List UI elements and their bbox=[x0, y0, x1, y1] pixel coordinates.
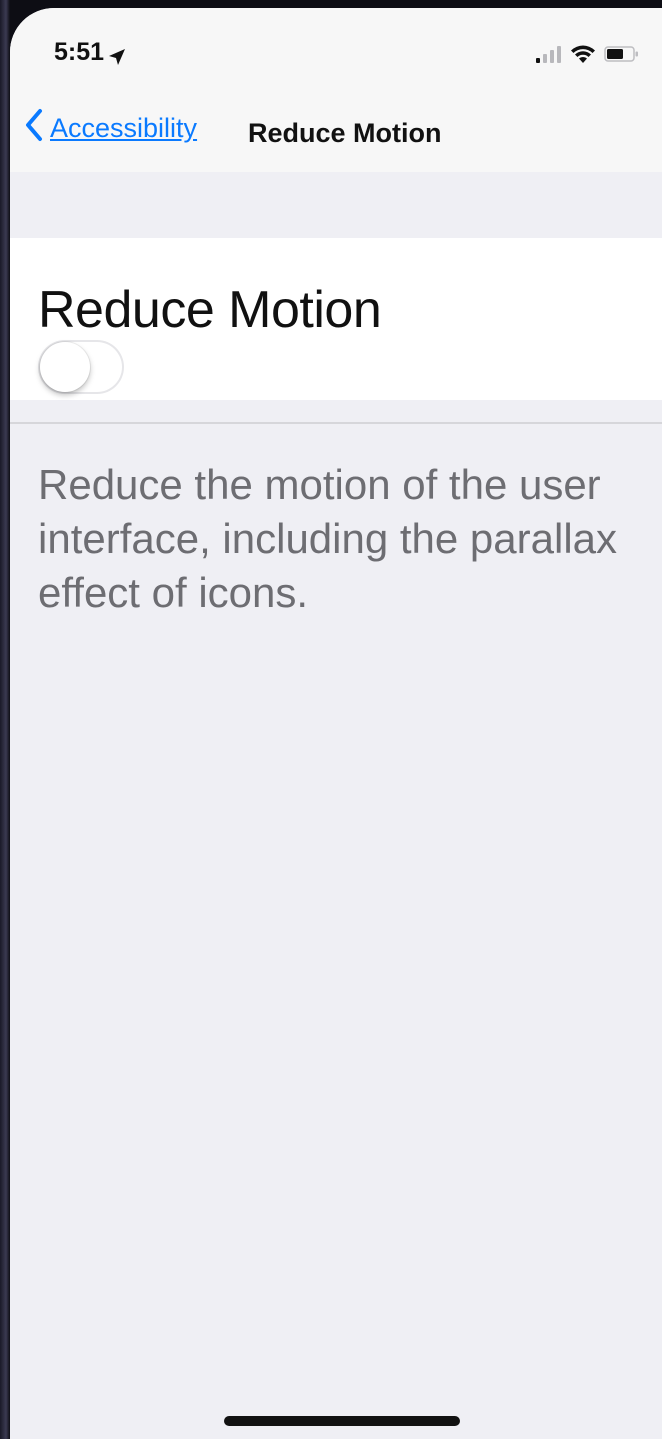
status-time: 5:51 bbox=[54, 38, 105, 66]
status-time-group: 5:51 bbox=[54, 38, 126, 67]
back-button[interactable]: Accessibility bbox=[24, 108, 197, 149]
navigation-bar: Accessibility Reduce Motion bbox=[10, 88, 662, 172]
status-bar: 5:51 bbox=[10, 8, 662, 88]
location-arrow-icon bbox=[108, 44, 126, 65]
toggle-knob bbox=[40, 342, 90, 392]
device-frame: 5:51 Accessibility Reduce Motion Reduce … bbox=[0, 0, 662, 1439]
home-indicator[interactable] bbox=[224, 1416, 460, 1426]
status-indicators bbox=[536, 44, 640, 69]
reduce-motion-cell: Reduce Motion bbox=[10, 238, 662, 400]
wifi-icon bbox=[570, 44, 596, 69]
setting-description: Reduce the motion of the user interface,… bbox=[38, 461, 618, 616]
screen: 5:51 Accessibility Reduce Motion Reduce … bbox=[10, 8, 662, 1439]
back-button-label: Accessibility bbox=[50, 113, 198, 143]
page-title: Reduce Motion bbox=[248, 118, 442, 148]
chevron-left-icon bbox=[24, 108, 44, 149]
divider bbox=[10, 422, 662, 424]
cellular-signal-icon bbox=[536, 45, 562, 68]
battery-icon bbox=[604, 45, 640, 68]
reduce-motion-toggle[interactable] bbox=[38, 340, 124, 394]
setting-label: Reduce Motion bbox=[38, 281, 382, 339]
